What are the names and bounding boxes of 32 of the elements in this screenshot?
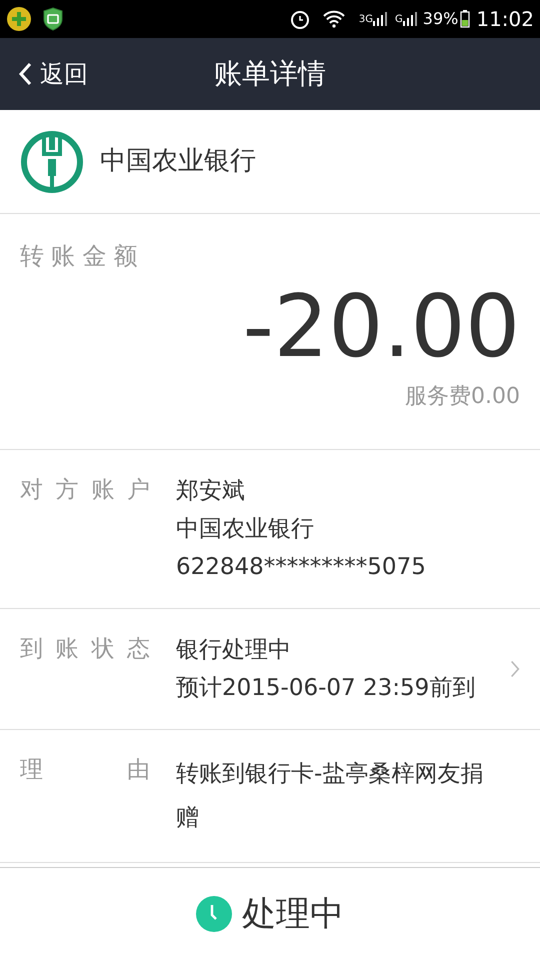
clock-icon — [196, 896, 232, 932]
detail-value: 预计2015-06-07 23:59前到 — [176, 674, 476, 703]
battery-icon — [460, 10, 470, 28]
amount-label: 转账金额 — [20, 241, 145, 272]
detail-value: 中国农业银行 — [176, 515, 315, 544]
page-title: 账单详情 — [214, 56, 326, 92]
wifi-icon — [322, 10, 345, 28]
bank-logo-icon — [20, 130, 84, 194]
signal-icon — [402, 12, 417, 26]
clock-time: 11:02 — [476, 6, 534, 33]
detail-label: 理由 — [20, 756, 150, 785]
back-button[interactable]: 返回 — [0, 56, 88, 92]
shield-icon — [42, 7, 64, 31]
app-icon — [6, 6, 32, 32]
battery-percent: 39% — [422, 8, 458, 30]
network-type: G — [395, 12, 403, 26]
detail-label: 对方账户 — [20, 476, 150, 505]
detail-value: 郑安斌 — [176, 477, 246, 506]
network-type: 3G — [358, 12, 374, 26]
alarm-icon — [288, 8, 311, 30]
signal-icon — [373, 12, 388, 26]
detail-value: 622848*********5075 — [176, 553, 427, 582]
service-fee: 服务费0.00 — [405, 383, 520, 411]
detail-row[interactable]: 到账状态 银行处理中 预计2015-06-07 23:59前到 — [0, 609, 540, 730]
back-icon — [18, 62, 32, 86]
chevron-right-icon — [510, 658, 520, 680]
detail-value: 银行处理中 — [176, 636, 292, 665]
processing-status: 处理中 — [242, 892, 344, 936]
bank-name: 中国农业银行 — [100, 145, 256, 178]
detail-value: 转账到银行卡-盐亭桑梓网友捐赠 — [176, 760, 484, 833]
detail-label: 到账状态 — [20, 635, 150, 664]
amount-value: -20.00 — [242, 284, 520, 370]
